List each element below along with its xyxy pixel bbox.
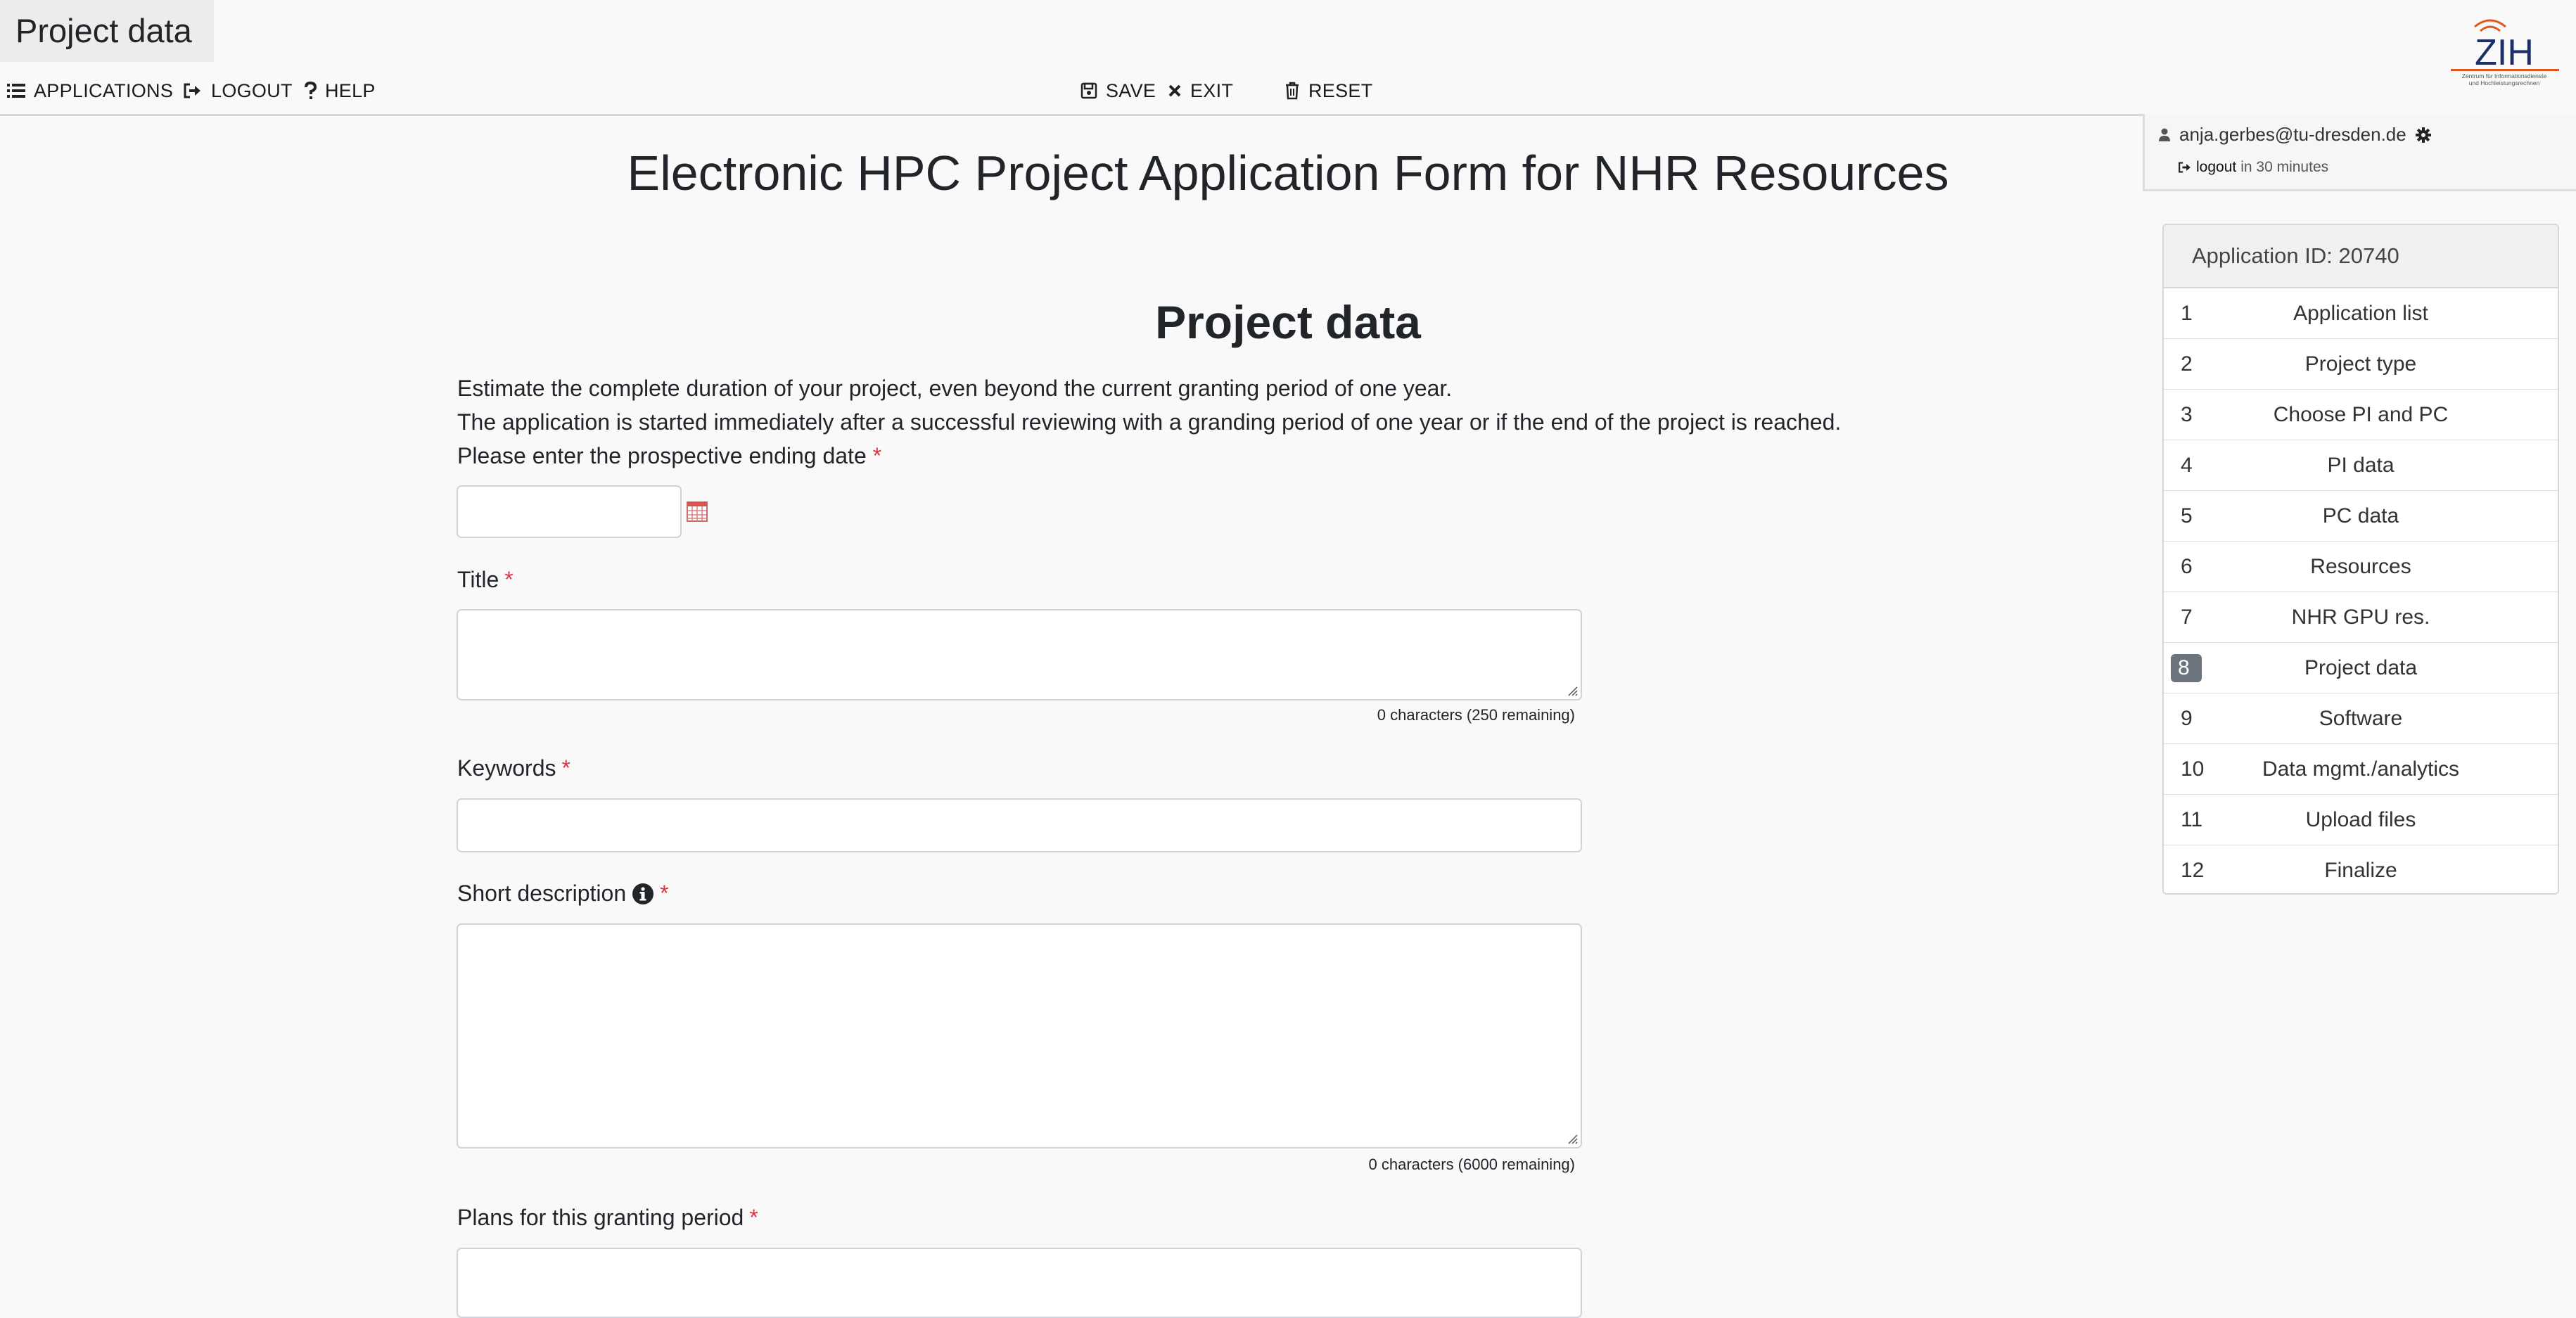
page-title: Electronic HPC Project Application Form … — [627, 146, 1949, 200]
required-marker: * — [660, 881, 669, 906]
end-date-label-text: Please enter the prospective ending date — [457, 443, 867, 468]
short-description-char-counter: 0 characters (6000 remaining) — [1368, 1156, 1575, 1173]
sidebar-step-2[interactable]: 2 Project type — [2164, 339, 2558, 390]
intro-line-1: Estimate the complete duration of your p… — [457, 376, 1453, 401]
title-label: Title * — [457, 567, 514, 593]
sidebar-step-9[interactable]: 9 Software — [2164, 693, 2558, 744]
sign-out-icon — [183, 82, 211, 99]
sidebar-step-label: Upload files — [2305, 807, 2416, 831]
nav-logout-link[interactable]: LOGOUT — [183, 76, 293, 105]
sidebar-step-7[interactable]: 7 NHR GPU res. — [2164, 592, 2558, 643]
header-divider — [0, 114, 2143, 116]
sidebar-step-number: 3 — [2181, 402, 2193, 426]
sidebar-step-label: Project data — [2304, 655, 2418, 679]
logo-text: ZIH — [2475, 32, 2534, 73]
end-date-input[interactable] — [457, 485, 682, 538]
short-description-textarea[interactable] — [457, 923, 1582, 1149]
user-icon — [2158, 128, 2171, 142]
sidebar-step-label: Resources — [2310, 554, 2411, 578]
sidebar-step-12[interactable]: 12 Finalize — [2164, 845, 2558, 893]
sidebar-step-10[interactable]: 10 Data mgmt./analytics — [2164, 744, 2558, 795]
sidebar-step-number: 10 — [2181, 757, 2205, 781]
sidebar-step-8[interactable]: 8 Project data — [2164, 643, 2558, 693]
sidebar-step-label: Application list — [2293, 301, 2428, 325]
sidebar-step-number: 11 — [2181, 807, 2203, 831]
sidebar-step-3[interactable]: 3 Choose PI and PC — [2164, 390, 2558, 440]
short-description-label: Short description * — [457, 881, 669, 907]
sidebar-step-number: 1 — [2181, 301, 2193, 325]
exit-button[interactable]: EXIT — [1168, 76, 1233, 105]
title-textarea[interactable] — [457, 609, 1582, 700]
sidebar-step-4[interactable]: 4 PI data — [2164, 440, 2558, 491]
sidebar-step-number: 2 — [2181, 352, 2193, 376]
logo-subtitle-2: und Hochleistungsrechnen — [2469, 79, 2540, 87]
exit-label: EXIT — [1190, 79, 1234, 101]
title-char-counter: 0 characters (250 remaining) — [1377, 706, 1575, 724]
end-date-label: Please enter the prospective ending date… — [457, 443, 881, 469]
sidebar-step-label: PI data — [2327, 453, 2395, 477]
steps-list: 1 Application list 2 Project type 3 Choose PI… — [2164, 288, 2558, 893]
sidebar-step-label: NHR GPU res. — [2291, 605, 2430, 629]
sidebar-step-number: 9 — [2181, 706, 2193, 730]
save-label: SAVE — [1106, 79, 1156, 101]
list-icon — [7, 82, 34, 99]
reset-button[interactable]: RESET — [1284, 76, 1373, 105]
sidebar-step-5[interactable]: 5 PC data — [2164, 491, 2558, 542]
sidebar-step-label: Software — [2319, 706, 2403, 730]
sidebar-step-label: Choose PI and PC — [2273, 402, 2449, 426]
title-label-text: Title — [457, 567, 499, 592]
required-marker: * — [872, 443, 882, 468]
required-marker: * — [561, 755, 570, 781]
sidebar-step-number: 12 — [2181, 858, 2205, 882]
nav-help-label: HELP — [325, 79, 376, 101]
resize-handle-icon[interactable] — [1565, 1132, 1578, 1144]
logo-subtitle-1: Zentrum für Informationsdienste — [2462, 72, 2547, 79]
sidebar-step-label: Finalize — [2324, 858, 2397, 882]
reset-label: RESET — [1308, 79, 1373, 101]
resize-handle-icon[interactable] — [1565, 684, 1578, 696]
times-icon — [1168, 84, 1190, 98]
nav-applications-label: APPLICATIONS — [34, 79, 174, 101]
intro-line-2: The application is started immediately a… — [457, 409, 1842, 435]
nav-applications-link[interactable]: APPLICATIONS — [7, 76, 173, 105]
sidebar-step-number: 6 — [2181, 554, 2193, 578]
keywords-input[interactable] — [457, 798, 1582, 852]
sidebar-step-label: PC data — [2322, 504, 2399, 527]
info-icon[interactable] — [632, 883, 654, 905]
keywords-label: Keywords * — [457, 755, 570, 781]
short-description-label-text: Short description — [457, 881, 627, 906]
keywords-label-text: Keywords — [457, 755, 556, 781]
sidebar-step-label: Project type — [2304, 352, 2417, 376]
sidebar-step-label: Data mgmt./analytics — [2262, 757, 2460, 781]
sidebar-step-number: 4 — [2181, 453, 2193, 477]
plans-label-text: Plans for this granting period — [457, 1205, 744, 1230]
required-marker: * — [504, 567, 514, 592]
question-icon — [304, 82, 325, 100]
plans-textarea[interactable] — [457, 1248, 1582, 1318]
save-icon — [1080, 82, 1106, 99]
calendar-icon[interactable] — [687, 499, 708, 522]
page-tab-title: Project data — [0, 0, 214, 62]
trash-icon — [1284, 82, 1308, 100]
sidebar-step-number: 7 — [2181, 605, 2193, 629]
sidebar-step-1[interactable]: 1 Application list — [2164, 288, 2558, 339]
nav-logout-label: LOGOUT — [211, 79, 293, 101]
steps-sidebar: Application ID: 20740 1 Application list 2… — [2162, 224, 2559, 895]
nav-help-link[interactable]: HELP — [304, 76, 376, 105]
save-button[interactable]: SAVE — [1080, 76, 1156, 105]
application-id-header: Application ID: 20740 — [2164, 225, 2558, 288]
user-email: anja.gerbes@tu-dresden.de — [2179, 124, 2406, 145]
required-marker: * — [749, 1205, 758, 1230]
sidebar-step-number: 8 — [2171, 653, 2202, 682]
sidebar-step-number: 5 — [2181, 504, 2193, 527]
plans-label: Plans for this granting period * — [457, 1205, 758, 1231]
zih-logo: ZIH Zentrum für Informationsdienste und … — [2441, 11, 2568, 89]
sidebar-step-6[interactable]: 6 Resources — [2164, 542, 2558, 592]
user-email-row: anja.gerbes@tu-dresden.de — [2158, 124, 2432, 146]
sidebar-step-11[interactable]: 11 Upload files — [2164, 795, 2558, 845]
gear-icon[interactable] — [2415, 127, 2432, 143]
